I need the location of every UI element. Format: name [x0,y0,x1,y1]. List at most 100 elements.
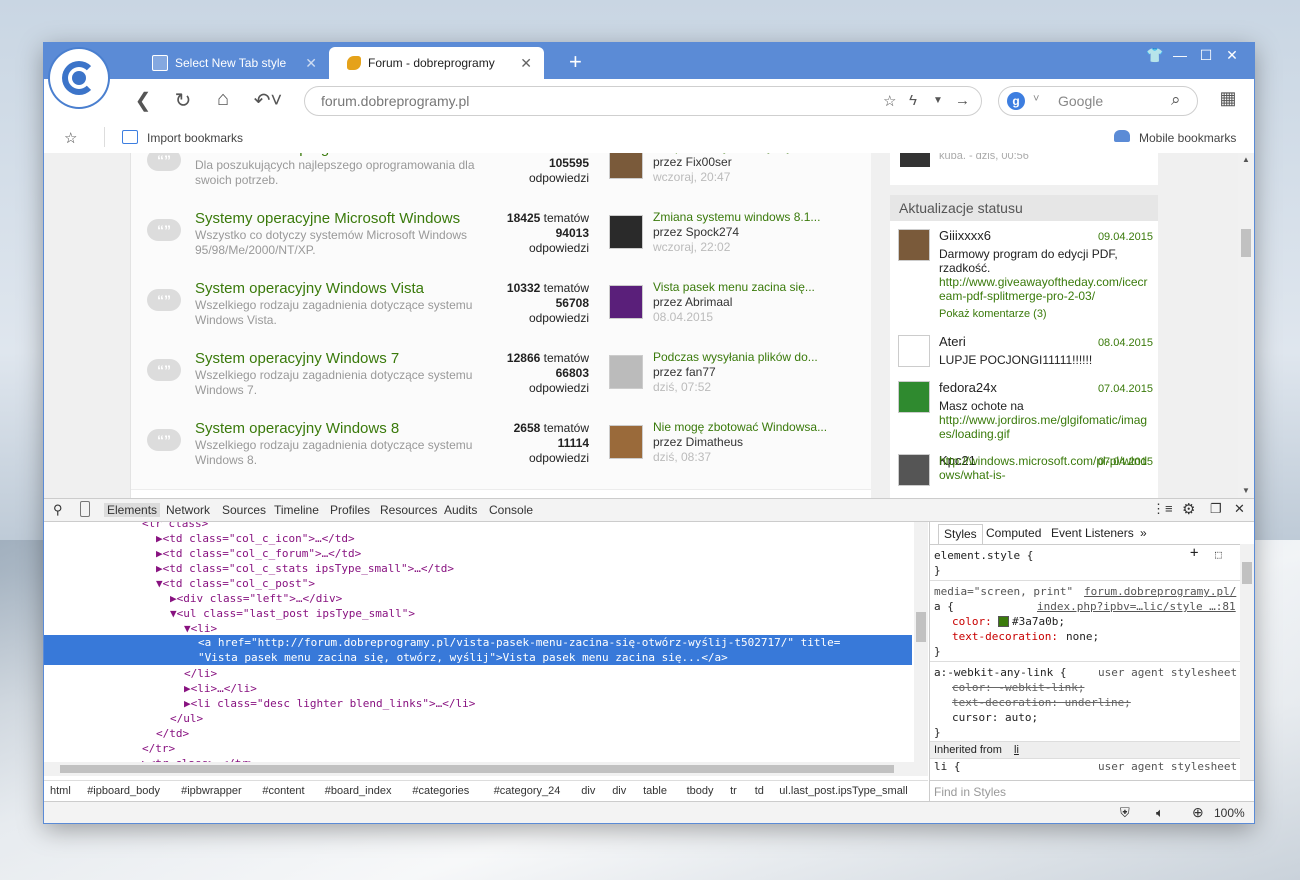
breadcrumb-item[interactable]: div [581,785,595,797]
dom-node-line[interactable]: </tr> [142,741,175,756]
find-in-styles-box[interactable]: Find in Styles [930,780,1254,803]
tab-forum[interactable]: Forum - dobreprogramy ✕ [329,47,544,79]
new-tab-icon[interactable]: + [569,49,582,75]
scrollbar-thumb[interactable] [916,612,926,642]
dom-node-line[interactable]: "Vista pasek menu zacina się, otwórz, wy… [198,650,728,665]
mobile-bookmarks-link[interactable]: Mobile bookmarks [1139,131,1236,145]
avatar[interactable] [609,153,643,179]
dom-node-line[interactable]: ▶<div class="left">…</div> [170,591,342,606]
last-post-author[interactable]: przez Spock274 [653,225,820,240]
tab-timeline[interactable]: Timeline [274,503,319,517]
page-scrollbar[interactable]: ▲ ▼ [1238,153,1254,498]
scroll-down-icon[interactable]: ▼ [1242,486,1250,495]
avatar[interactable] [898,229,930,261]
breadcrumb-item[interactable]: #ipbwrapper [181,785,242,797]
property-text-decoration[interactable]: text-decoration: [952,629,1058,644]
dom-node-line[interactable]: ▶<li class="desc lighter blend_links">…<… [184,696,475,711]
search-icon[interactable]: ⌕ [1171,90,1181,110]
search-box[interactable]: g ˅ Google ⌕ [998,86,1198,116]
minimize-icon[interactable]: — [1167,47,1193,63]
avatar[interactable] [898,454,930,486]
scrollbar-thumb[interactable] [60,765,894,773]
close-window-icon[interactable]: ✕ [1219,47,1245,64]
status-link[interactable]: http://www.giveawayoftheday.com/icecream… [939,275,1153,303]
dom-node-line[interactable]: ▶<td class="col_c_stats ipsType_small">…… [156,561,454,576]
breadcrumb-item[interactable]: ul.last_post.ipsType_small [779,785,907,797]
lightning-icon[interactable]: ϟ [909,92,917,109]
avatar[interactable] [898,335,930,367]
tab-select-new-tab-style[interactable]: Select New Tab style ✕ [134,47,329,79]
selected-node[interactable]: <a href="http://forum.dobreprogramy.pl/v… [44,635,912,665]
chevron-down-icon[interactable]: ˅ [1033,93,1039,105]
close-icon[interactable]: ✕ [1234,501,1245,517]
tab-network[interactable]: Network [166,503,210,517]
show-comments-link[interactable]: Pokaż komentarze (3) [939,307,1153,321]
status-author-link[interactable]: Giiixxxx6 [939,229,991,243]
last-post-author[interactable]: przez Abrimaal [653,295,815,310]
skin-icon[interactable]: 👕 [1142,47,1168,64]
avatar[interactable] [609,285,643,319]
shield-icon[interactable]: ⛨ [1120,805,1130,821]
property-color[interactable]: color: [952,614,992,629]
status-date[interactable]: 09.04.2015 [1098,230,1153,244]
breadcrumb-item[interactable]: #ipboard_body [87,785,160,797]
status-author-link[interactable]: Ateri [939,335,966,349]
tab-console[interactable]: Console [489,503,533,517]
tab-event-listeners[interactable]: Event Listeners [1051,526,1134,541]
gear-icon[interactable]: ⚙ [1182,500,1195,518]
breadcrumb-item[interactable]: td [755,785,764,797]
more-tabs-icon[interactable]: » [1140,526,1147,541]
device-icon[interactable] [80,501,90,517]
breadcrumb-item[interactable]: tr [730,785,737,797]
status-author-link[interactable]: fedora24x [939,381,997,395]
dom-node-line[interactable]: <a href="http://forum.dobreprogramy.pl/v… [198,635,840,650]
cursor-declaration[interactable]: cursor: auto; [952,710,1038,725]
breadcrumb-item[interactable]: #board_index [325,785,392,797]
tab-styles[interactable]: Styles [938,524,983,544]
tab-profiles[interactable]: Profiles [330,503,370,517]
breadcrumb-item[interactable]: table [643,785,667,797]
overridden-text-decoration[interactable]: text-decoration: underline; [952,695,1131,710]
color-swatch[interactable] [998,616,1009,627]
last-post-link[interactable]: Zmiana systemu windows 8.1... [653,210,820,225]
maximize-icon[interactable]: ☐ [1193,47,1219,64]
zoom-icon[interactable]: ⊕ [1192,804,1204,821]
dom-node-line[interactable]: ▶<li>…</li> [184,681,257,696]
selector-a[interactable]: a { [934,599,954,614]
forum-title-link[interactable]: System operacyjny Windows 8 [195,420,399,437]
forum-title-link[interactable]: System operacyjny Windows Vista [195,280,424,297]
breadcrumb-item[interactable]: div [612,785,626,797]
dom-node-line[interactable]: ▶<td class="col_c_forum">…</td> [156,546,361,561]
close-icon[interactable]: ✕ [520,55,532,72]
tab-sources[interactable]: Sources [222,503,266,517]
dom-horizontal-scrollbar[interactable] [44,762,928,776]
undo-icon[interactable]: ↶˅ [250,88,286,113]
status-link[interactable]: http://windows.microsoft.com/pl-pl/windo… [939,454,1153,482]
inspect-icon[interactable]: ⚲ [53,502,63,518]
dom-node-line[interactable]: ▼<li> [184,621,217,636]
last-post-link[interactable]: Vista pasek menu zacina się... [653,280,815,295]
last-post-author[interactable]: przez Dimatheus [653,435,827,450]
overridden-color[interactable]: color: -webkit-link; [952,680,1084,695]
tab-computed[interactable]: Computed [986,526,1041,541]
add-rule-icon[interactable]: + [1190,546,1198,561]
forum-title-link[interactable]: Systemy operacyjne Microsoft Windows [195,210,460,227]
last-post-link[interactable]: Podczas wysyłania plików do... [653,350,818,365]
breadcrumb-item[interactable]: #category_24 [494,785,561,797]
console-drawer-icon[interactable]: ⋮≡ [1152,501,1173,517]
volume-icon[interactable]: 🔈︎ [1156,805,1164,821]
address-bar[interactable]: forum.dobreprogramy.pl ☆ ϟ ▼ → [304,86,982,116]
bookmark-star-icon[interactable]: ☆ [64,129,77,147]
dom-node-line[interactable]: </li> [184,666,217,681]
forum-title-link[interactable]: System operacyjny Windows 7 [195,350,399,367]
source-link[interactable]: index.php?ipbv=…lic/style …:81 [1037,599,1236,614]
tab-elements[interactable]: Elements [104,503,161,517]
home-icon[interactable]: ⌂ [210,88,236,111]
dom-node-line[interactable]: <tr class> [142,522,208,531]
styles-scrollbar[interactable] [1240,544,1254,780]
tab-resources[interactable]: Resources [380,503,437,517]
go-arrow-icon[interactable]: → [955,92,970,109]
value-text-decoration[interactable]: none; [1066,629,1099,644]
last-post-author[interactable]: przez Fix00ser [653,155,816,170]
uc-browser-logo[interactable] [50,49,108,107]
